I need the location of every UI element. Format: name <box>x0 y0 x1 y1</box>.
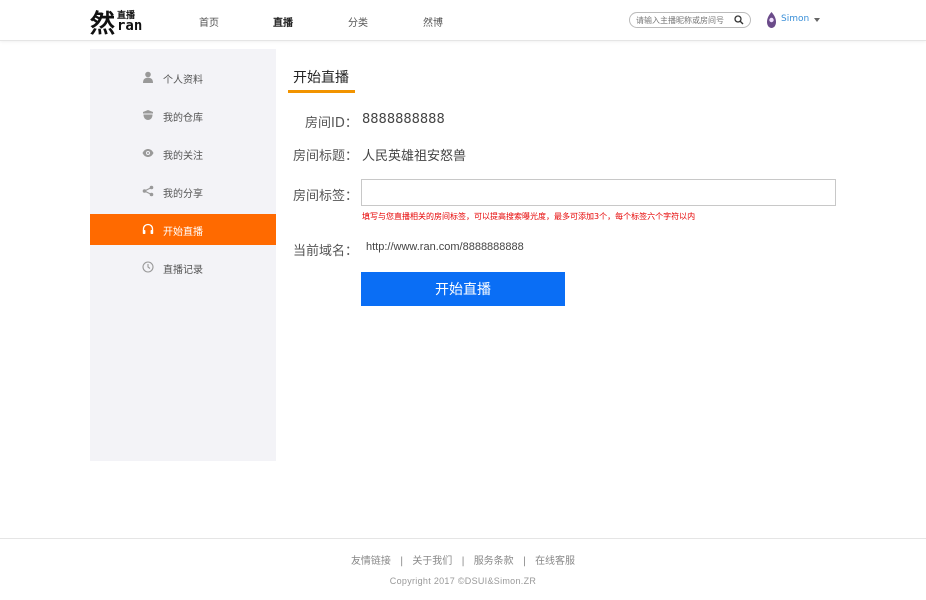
search-box <box>629 12 751 28</box>
tags-hint: 填写与您直播相关的房间标签，可以提高搜索曝光度，最多可添加3个，每个标签六个字符… <box>362 212 696 221</box>
room-title-value: 人民英雄祖安怒兽 <box>362 149 467 164</box>
nav-live[interactable]: 直播 <box>273 14 293 29</box>
footer-link-terms[interactable]: 服务条款 <box>474 556 514 567</box>
sidebar-item-share[interactable]: 我的分享 <box>90 176 276 207</box>
logo-char: 然 <box>90 9 115 38</box>
nav-category[interactable]: 分类 <box>348 14 368 29</box>
room-id-value: 8888888888 <box>362 112 445 127</box>
sidebar-item-following[interactable]: 我的关注 <box>90 138 276 169</box>
footer-separator: | <box>522 556 527 567</box>
sidebar-item-label: 个人资料 <box>163 75 203 86</box>
share-icon <box>142 185 154 197</box>
footer-links: 友情链接 | 关于我们 | 服务条款 | 在线客服 <box>0 552 926 567</box>
domain-label: 当前域名： <box>293 244 359 259</box>
footer-link-friends[interactable]: 友情链接 <box>351 556 391 567</box>
room-tags-input[interactable] <box>361 179 836 206</box>
room-title-label: 房间标题： <box>293 149 359 164</box>
room-tags-label: 房间标签： <box>293 189 359 204</box>
sidebar: 个人资料 我的仓库 我的关注 我的分享 开始直播 直播记录 <box>90 49 276 461</box>
footer-separator: | <box>461 556 465 567</box>
footer-link-support[interactable]: 在线客服 <box>535 556 575 567</box>
nav-blog[interactable]: 然博 <box>423 14 443 29</box>
logo[interactable]: 然 直播 ran <box>90 6 146 38</box>
page-title: 开始直播 <box>293 70 349 86</box>
user-name: Simon <box>781 14 810 24</box>
footer-link-about[interactable]: 关于我们 <box>412 556 452 567</box>
warehouse-icon <box>143 110 153 120</box>
room-id-label: 房间ID： <box>305 116 358 131</box>
avatar <box>767 12 776 28</box>
headphones-icon <box>142 223 154 234</box>
start-live-button[interactable]: 开始直播 <box>361 272 565 306</box>
clock-icon <box>142 261 154 273</box>
sidebar-item-label: 我的关注 <box>163 151 203 162</box>
chevron-down-icon[interactable] <box>814 18 820 22</box>
footer: 友情链接 | 关于我们 | 服务条款 | 在线客服 Copyright 2017 ©DSUI… <box>0 538 926 600</box>
sidebar-item-live-records[interactable]: 直播记录 <box>90 252 276 283</box>
sidebar-item-label: 直播记录 <box>163 265 203 276</box>
footer-separator: | <box>399 556 404 567</box>
sidebar-item-label: 我的仓库 <box>163 113 203 124</box>
search-input[interactable] <box>636 14 734 26</box>
nav-home[interactable]: 首页 <box>199 14 219 29</box>
eye-icon <box>142 149 154 157</box>
logo-ran: ran <box>117 18 143 34</box>
top-header: 然 直播 ran 首页 直播 分类 然博 Simon <box>0 0 926 41</box>
title-underline <box>288 90 355 93</box>
sidebar-item-label: 我的分享 <box>163 189 203 200</box>
search-icon[interactable] <box>734 15 744 25</box>
sidebar-item-start-live[interactable]: 开始直播 <box>90 214 276 245</box>
domain-value: http://www.ran.com/8888888888 <box>366 241 524 253</box>
user-icon <box>143 71 153 83</box>
sidebar-item-warehouse[interactable]: 我的仓库 <box>90 100 276 131</box>
copyright: Copyright 2017 ©DSUI&Simon.ZR <box>389 576 537 586</box>
sidebar-item-label: 开始直播 <box>163 227 203 238</box>
sidebar-item-profile[interactable]: 个人资料 <box>90 62 276 93</box>
